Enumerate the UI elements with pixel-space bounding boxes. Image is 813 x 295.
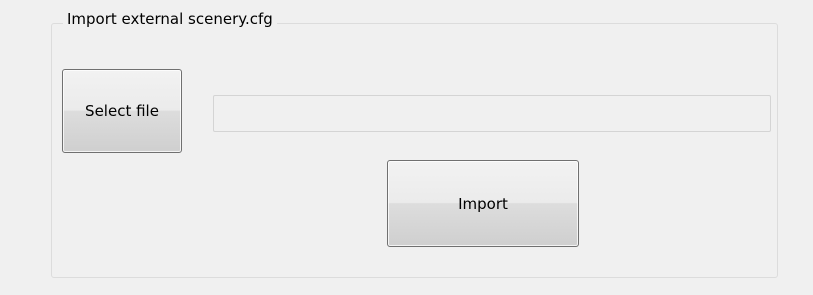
- import-button[interactable]: Import: [387, 160, 579, 247]
- select-file-button[interactable]: Select file: [62, 69, 182, 153]
- import-button-label: Import: [458, 194, 508, 213]
- file-path-field[interactable]: [213, 95, 771, 132]
- select-file-button-label: Select file: [85, 102, 159, 120]
- groupbox-title: Import external scenery.cfg: [63, 9, 277, 29]
